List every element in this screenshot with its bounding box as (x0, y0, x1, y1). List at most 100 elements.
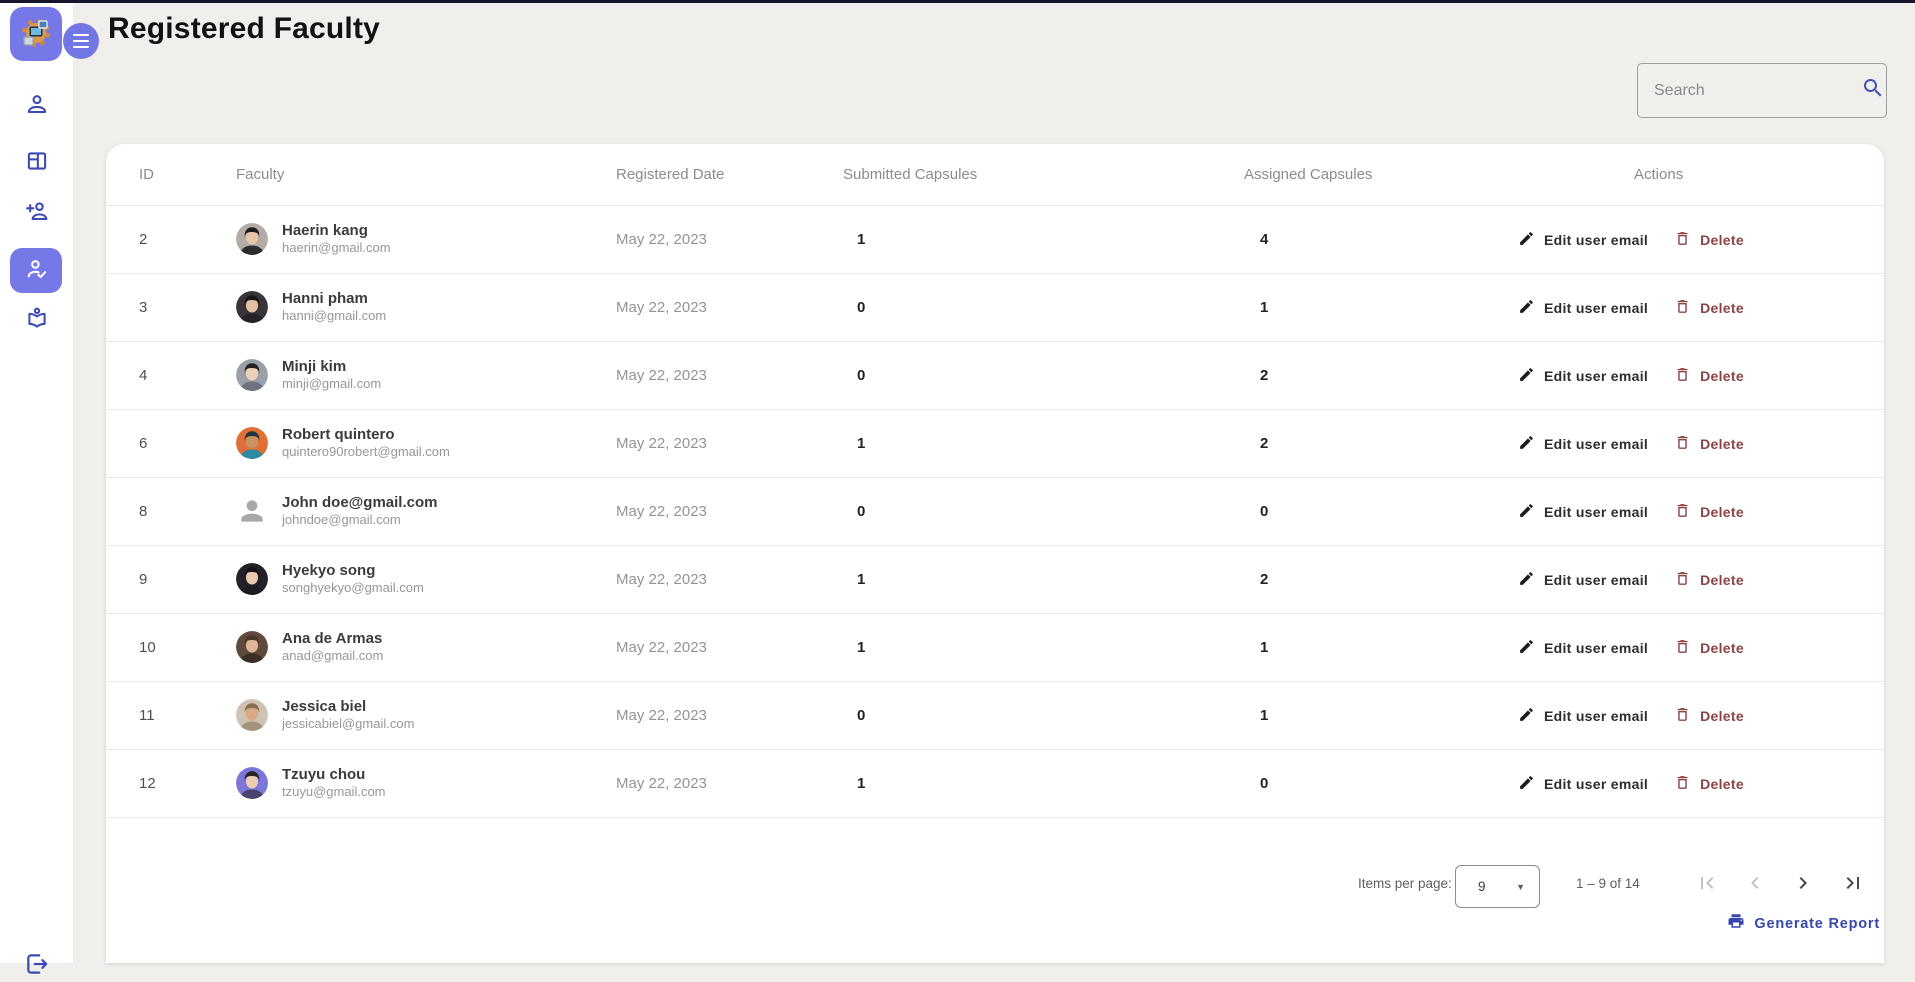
edit-user-email-button[interactable]: Edit user email (1518, 366, 1648, 386)
edit-user-email-button[interactable]: Edit user email (1518, 706, 1648, 726)
person-icon (24, 91, 50, 122)
submitted-capsules-count: 0 (857, 367, 866, 384)
table-body: 2 Haerin kang haerin@gmail.com May 22, 2023… (106, 206, 1884, 818)
sidebar-item-capsules[interactable] (0, 297, 73, 343)
table-row: 4 Minji kim minji@gmail.com May 22, 2023 0 2 E… (106, 342, 1884, 410)
registered-date: May 22, 2023 (616, 707, 707, 724)
registered-date: May 22, 2023 (616, 571, 707, 588)
delete-label: Delete (1700, 435, 1744, 452)
registered-date: May 22, 2023 (616, 299, 707, 316)
registered-date: May 22, 2023 (616, 367, 707, 384)
generate-report-button[interactable]: Generate Report (1727, 912, 1880, 935)
submitted-capsules-count: 0 (857, 299, 866, 316)
sidebar-item-dashboard[interactable] (0, 140, 73, 186)
edit-user-email-button[interactable]: Edit user email (1518, 570, 1648, 590)
edit-user-email-button[interactable]: Edit user email (1518, 774, 1648, 794)
trash-icon (1674, 230, 1691, 250)
actions-cell: Edit user email Delete (1494, 298, 1884, 318)
delete-button[interactable]: Delete (1674, 434, 1744, 454)
faculty-email: anad@gmail.com (282, 648, 384, 664)
actions-cell: Edit user email Delete (1494, 502, 1884, 522)
table-row: 8 John doe@gmail.com johndoe@gmail.com May … (106, 478, 1884, 546)
hamburger-menu-button[interactable] (63, 23, 99, 59)
previous-page-button[interactable] (1740, 868, 1770, 898)
next-page-button[interactable] (1788, 868, 1818, 898)
app-logo[interactable] (10, 7, 62, 61)
sidebar-item-registered-faculty[interactable] (0, 248, 73, 294)
faculty-email: hanni@gmail.com (282, 308, 387, 324)
sidebar-item-add-user[interactable] (0, 190, 73, 236)
search-input[interactable] (1654, 81, 1861, 100)
delete-button[interactable]: Delete (1674, 230, 1744, 250)
delete-button[interactable]: Delete (1674, 774, 1744, 794)
avatar (236, 223, 268, 256)
avatar (236, 699, 268, 732)
delete-label: Delete (1700, 571, 1744, 588)
first-page-button[interactable] (1692, 868, 1722, 898)
faculty-email: songhyekyo@gmail.com (282, 580, 424, 596)
delete-button[interactable]: Delete (1674, 366, 1744, 386)
delete-label: Delete (1700, 775, 1744, 792)
faculty-id: 9 (139, 571, 148, 588)
edit-user-email-button[interactable]: Edit user email (1518, 298, 1648, 318)
faculty-cell: Jessica biel jessicabiel@gmail.com (236, 698, 616, 734)
submitted-capsules-count: 0 (857, 503, 866, 520)
paginator: Items per page: 9 ▼ 1 – 9 of 14 (106, 854, 1884, 914)
actions-cell: Edit user email Delete (1494, 366, 1884, 386)
delete-button[interactable]: Delete (1674, 638, 1744, 658)
delete-label: Delete (1700, 299, 1744, 316)
actions-cell: Edit user email Delete (1494, 706, 1884, 726)
faculty-name: Minji kim (282, 357, 347, 375)
column-header-id: ID (139, 166, 154, 183)
actions-cell: Edit user email Delete (1494, 230, 1884, 250)
edit-user-email-button[interactable]: Edit user email (1518, 230, 1648, 250)
search-icon[interactable] (1861, 76, 1885, 105)
table-row: 12 Tzuyu chou tzuyu@gmail.com May 22, 2023 1… (106, 750, 1884, 818)
actions-cell: Edit user email Delete (1494, 570, 1884, 590)
edit-user-email-button[interactable]: Edit user email (1518, 638, 1648, 658)
delete-button[interactable]: Delete (1674, 570, 1744, 590)
sidebar-item-profile[interactable] (0, 83, 73, 129)
delete-button[interactable]: Delete (1674, 298, 1744, 318)
edit-user-email-button[interactable]: Edit user email (1518, 434, 1648, 454)
delete-label: Delete (1700, 639, 1744, 656)
pencil-icon (1518, 434, 1535, 454)
submitted-capsules-count: 1 (857, 639, 866, 656)
table-row: 6 Robert quintero quintero90robert@gmail.c… (106, 410, 1884, 478)
delete-label: Delete (1700, 503, 1744, 520)
person-check-icon (24, 256, 50, 287)
assigned-capsules-count: 0 (1260, 775, 1269, 792)
logout-icon[interactable] (24, 951, 50, 982)
edit-user-email-button[interactable]: Edit user email (1518, 502, 1648, 522)
faculty-id: 4 (139, 367, 148, 384)
printer-icon (1727, 912, 1745, 935)
assigned-capsules-count: 0 (1260, 503, 1269, 520)
pencil-icon (1518, 502, 1535, 522)
avatar (236, 563, 268, 596)
actions-cell: Edit user email Delete (1494, 774, 1884, 794)
submitted-capsules-count: 1 (857, 435, 866, 452)
faculty-id: 3 (139, 299, 148, 316)
trash-icon (1674, 502, 1691, 522)
generate-report-label: Generate Report (1754, 915, 1880, 932)
delete-label: Delete (1700, 231, 1744, 248)
delete-button[interactable]: Delete (1674, 706, 1744, 726)
last-page-button[interactable] (1838, 868, 1868, 898)
faculty-cell: Robert quintero quintero90robert@gmail.co… (236, 426, 616, 462)
column-header-submitted: Submitted Capsules (843, 166, 978, 183)
assigned-capsules-count: 4 (1260, 231, 1269, 248)
faculty-id: 2 (139, 231, 148, 248)
table-row: 9 Hyekyo song songhyekyo@gmail.com May 22, … (106, 546, 1884, 614)
faculty-name: John doe@gmail.com (282, 493, 438, 511)
delete-button[interactable]: Delete (1674, 502, 1744, 522)
page-size-select[interactable]: 9 ▼ (1455, 865, 1540, 908)
avatar (236, 495, 268, 527)
assigned-capsules-count: 1 (1260, 707, 1269, 724)
faculty-cell: Hyekyo song songhyekyo@gmail.com (236, 562, 616, 598)
pencil-icon (1518, 570, 1535, 590)
avatar (236, 359, 268, 392)
faculty-name: Ana de Armas (282, 629, 383, 647)
faculty-cell: John doe@gmail.com johndoe@gmail.com (236, 494, 616, 530)
faculty-cell: Hanni pham hanni@gmail.com (236, 290, 616, 326)
search-box (1637, 63, 1887, 118)
